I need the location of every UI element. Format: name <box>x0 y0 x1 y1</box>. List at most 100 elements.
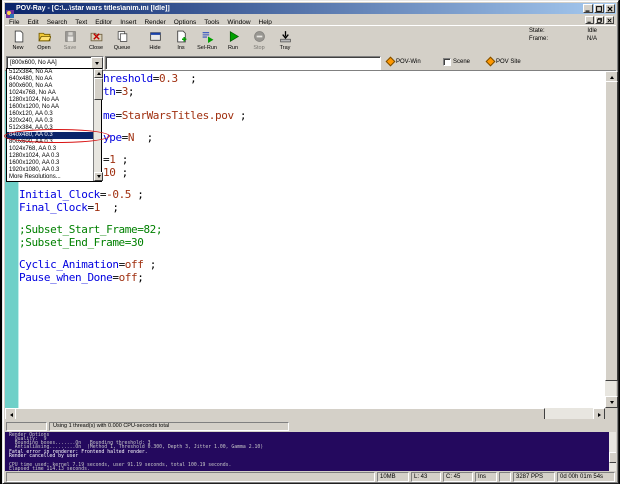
status-elapsed-time: 0d 00h 01m 54s <box>557 472 615 482</box>
toolbar-button-run[interactable]: Run <box>220 27 246 56</box>
resolution-option[interactable]: 640x480, AA 0.3 <box>7 132 94 139</box>
code-line: th=3; <box>103 86 134 98</box>
code-line: 10 ; <box>103 167 128 179</box>
toolbar-button-sel-run[interactable]: Sel-Run <box>194 27 220 56</box>
resolution-option[interactable]: 512x384, AA 0.3 <box>7 125 94 132</box>
scene-checkbox-icon <box>443 58 451 66</box>
toolbar-button-queue[interactable]: Queue <box>109 27 135 56</box>
toolbar-button-stop: Stop <box>246 27 272 56</box>
mdi-close-button[interactable] <box>605 16 614 24</box>
dropdown-scroll-up-icon[interactable] <box>94 69 103 78</box>
toolbar-button-new[interactable]: New <box>5 27 31 56</box>
status-memory: 10MB <box>377 472 409 482</box>
scene-checkbox[interactable]: Scene <box>443 58 470 66</box>
message-header-bar: Using 1 thread(s) with 0.000 CPU-seconds… <box>5 421 616 432</box>
status-line: L: 43 <box>411 472 441 482</box>
resolution-option[interactable]: 1280x1024, AA 0.3 <box>7 153 94 160</box>
status-spare <box>499 472 511 482</box>
code-line: ype=N ; <box>103 132 153 144</box>
message-lines: Render Options Quality: 9 Bounding boxes… <box>9 434 607 472</box>
mdi-restore-button[interactable] <box>595 16 604 24</box>
message-header-text: Using 1 thread(s) with 0.000 CPU-seconds… <box>49 422 289 431</box>
resolution-option[interactable]: 1024x768, No AA <box>7 90 94 97</box>
status-pps: 3287 PPS <box>513 472 555 482</box>
mdi-minimize-button[interactable] <box>585 16 594 24</box>
povsite-toggle[interactable]: POV Site <box>487 58 521 65</box>
code-line: =1 ; <box>103 154 128 166</box>
code-line: Pause_when_Done=off; <box>19 272 143 284</box>
code-line: hreshold=0.3 ; <box>103 73 196 85</box>
resolution-option[interactable]: 640x480, No AA <box>7 76 94 83</box>
resolution-option[interactable]: 1920x1080, AA 0.3 <box>7 167 94 174</box>
toolbar-button-label: Tray <box>280 45 291 51</box>
resolution-option[interactable]: 512x384, No AA <box>7 69 94 76</box>
resolution-option[interactable]: 320x240, AA 0.3 <box>7 118 94 125</box>
minimize-button[interactable] <box>583 4 593 13</box>
toolbar-button-close[interactable]: Close <box>83 27 109 56</box>
hide-window-icon <box>149 30 162 43</box>
code-line: ;Subset_End_Frame=30 <box>19 237 143 249</box>
toolbar: New Open Save Close Queue Hide InsSel-Run Run St… <box>5 25 616 56</box>
toolbar-button-label: Open <box>37 45 50 51</box>
insert-icon <box>175 30 188 43</box>
message-header-spacer <box>6 422 47 431</box>
stop-icon <box>253 30 266 43</box>
toolbar-button-label: Stop <box>253 45 264 51</box>
code-line: ;Subset_Start_Frame=82; <box>19 224 162 236</box>
toolbar-button-label: Save <box>64 45 77 51</box>
frame-label: Frame: <box>529 36 559 44</box>
resolution-dropdown-items: 512x384, No AA640x480, No AA800x600, No … <box>7 69 94 181</box>
resolution-option[interactable]: 1024x768, AA 0.3 <box>7 146 94 153</box>
resolution-option[interactable]: 160x120, AA 0.3 <box>7 111 94 118</box>
close-button[interactable] <box>605 4 615 13</box>
resolution-option[interactable]: 800x600, AA 0.3 <box>7 139 94 146</box>
editor-vertical-scrollbar[interactable] <box>605 71 616 408</box>
povwin-diamond-icon <box>386 57 396 67</box>
toolbar-button-label: Queue <box>114 45 131 51</box>
message-scrollbar[interactable] <box>609 432 616 471</box>
render-state-panel: State:Idle Frame:N/A <box>529 28 611 43</box>
sel-run-icon <box>201 30 214 43</box>
toolbar-button-label: Close <box>89 45 103 51</box>
toolbar-button-tray[interactable]: Tray <box>272 27 298 56</box>
menu-bar: FileEditSearchTextEditorInsertRenderOpti… <box>5 15 616 25</box>
toolbar-button-hide[interactable]: Hide <box>142 27 168 56</box>
toolbar-buttons: New Open Save Close Queue Hide InsSel-Run Run St… <box>5 26 298 56</box>
queue-icon <box>116 30 129 43</box>
resolution-option[interactable]: 1600x1200, AA 0.3 <box>7 160 94 167</box>
state-value: Idle <box>587 28 597 36</box>
editor-horizontal-scrollbar[interactable] <box>5 408 605 419</box>
resolution-dropdown-list: 512x384, No AA640x480, No AA800x600, No … <box>6 68 102 182</box>
dropdown-scrollbar[interactable] <box>93 69 101 181</box>
resolution-option[interactable]: More Resolutions... <box>7 174 94 181</box>
code-line: Cyclic_Animation=off ; <box>19 259 156 271</box>
new-page-icon <box>12 30 25 43</box>
run-icon <box>227 30 240 43</box>
resolution-option[interactable]: 1600x1200, No AA <box>7 104 94 111</box>
toolbar-button-save: Save <box>57 27 83 56</box>
toolbar-button-label: New <box>12 45 23 51</box>
povwin-label: POV-Win <box>396 59 421 65</box>
toolbar-button-ins[interactable]: Ins <box>168 27 194 56</box>
dropdown-scroll-thumb[interactable] <box>94 78 103 100</box>
save-floppy-icon <box>64 30 77 43</box>
toolbar-button-label: Hide <box>149 45 160 51</box>
vertical-scroll-thumb[interactable] <box>605 81 618 381</box>
code-line: Initial_Clock=-0.5 ; <box>19 189 143 201</box>
resolution-option[interactable]: 800x600, No AA <box>7 83 94 90</box>
maximize-button[interactable] <box>594 4 604 13</box>
code-line: Final_Clock=1 ; <box>19 202 119 214</box>
message-scroll-thumb[interactable] <box>609 452 616 463</box>
toolbar-button-label: Run <box>228 45 238 51</box>
open-folder-icon <box>38 30 51 43</box>
dropdown-scroll-down-icon[interactable] <box>94 172 103 181</box>
frame-value: N/A <box>587 36 597 44</box>
message-window: Render Options Quality: 9 Bounding boxes… <box>5 432 616 471</box>
resolution-option[interactable]: 1280x1024, No AA <box>7 97 94 104</box>
povwin-toggle[interactable]: POV-Win <box>387 58 421 65</box>
toolbar-button-open[interactable]: Open <box>31 27 57 56</box>
scroll-down-icon[interactable] <box>605 396 618 408</box>
tray-icon <box>279 30 292 43</box>
command-line-input[interactable] <box>105 56 381 70</box>
code-line: me=StarWarsTitles.pov ; <box>103 110 246 122</box>
